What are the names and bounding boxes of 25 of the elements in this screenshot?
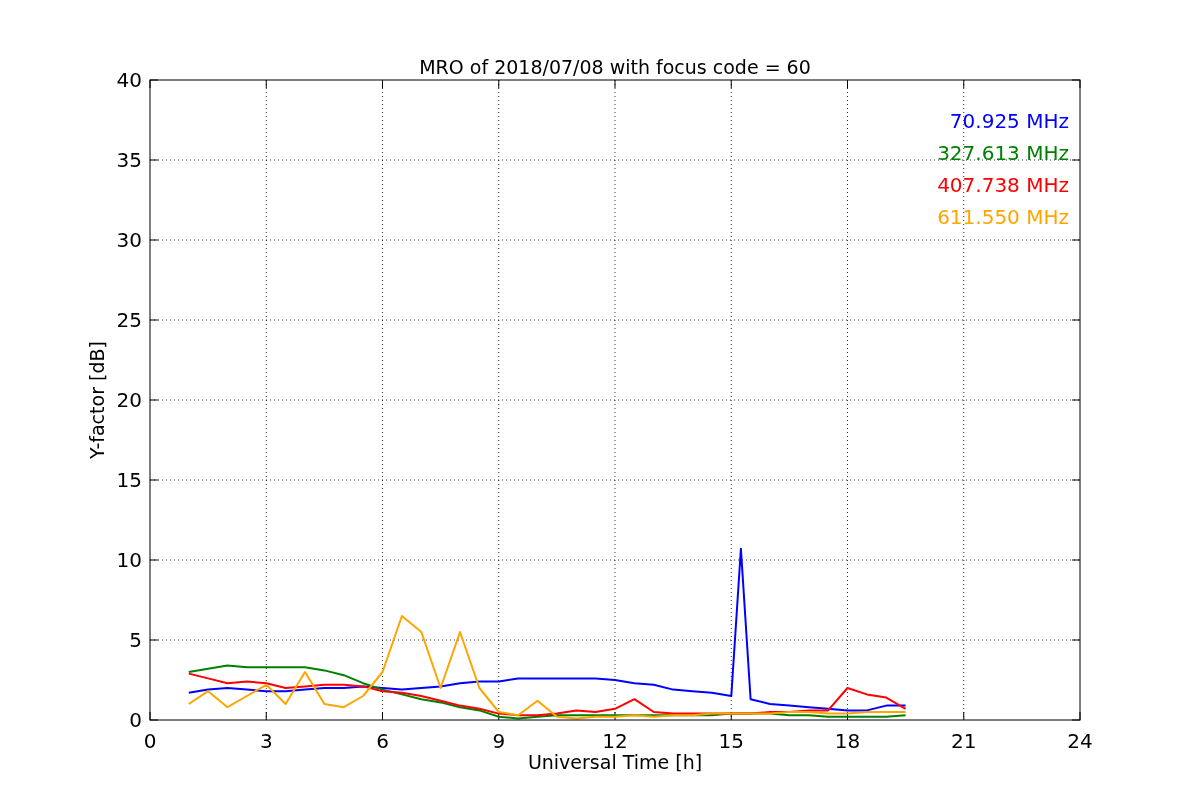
legend-label: 70.925 MHz [949,109,1069,133]
tick-label: 35 [116,148,142,172]
tick-label: 20 [116,388,142,412]
tick-label: 18 [834,729,861,753]
tick-label: 24 [1067,729,1093,753]
axis-label: Universal Time [h] [527,751,703,773]
tick-label: 0 [129,708,142,732]
legend-label: 407.738 MHz [937,173,1069,197]
tick-label: 21 [951,729,977,753]
tick-label: 30 [116,228,142,252]
tick-label: 40 [116,68,142,92]
legend-label: 611.550 MHz [937,205,1069,229]
tick-label: 15 [718,729,744,753]
tick-label: 6 [376,729,389,753]
tick-label: 25 [116,308,142,332]
tick-label: 10 [116,548,142,572]
tick-label: 12 [602,729,628,753]
axis-label: Y-factor [dB] [86,341,108,459]
tick-label: 9 [492,729,506,753]
tick-label: 0 [143,729,157,753]
tick-label: 3 [259,729,273,753]
chart-title: MRO of 2018/07/08 with focus code = 60 [419,56,811,78]
legend-label: 327.613 MHz [937,141,1069,165]
tick-label: 5 [129,628,142,652]
tick-label: 15 [116,468,142,492]
